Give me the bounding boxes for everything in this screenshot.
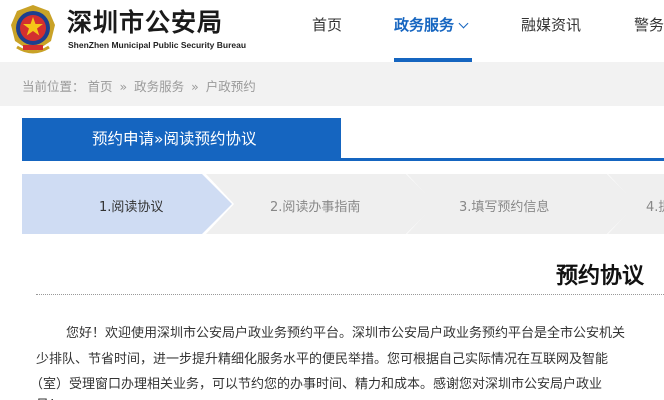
breadcrumb: 当前位置： 首页 » 政务服务 » 户政预约 xyxy=(22,76,259,95)
agreement-text-line: 您好！欢迎使用深圳市公安局户政业务预约平台。深圳市公安局户政业务预约平台是全市公… xyxy=(66,326,626,341)
agreement-text-line: 少排队、节省时间，进一步提升精细化服务水平的便民举措。您可根据自己实际情况在互联… xyxy=(36,352,609,367)
site-subtitle: ShenZhen Municipal Public Security Burea… xyxy=(68,40,247,50)
nav-media-news[interactable]: 融媒资讯 xyxy=(521,14,581,35)
step-label: 3.填写预约信息 xyxy=(459,200,550,215)
step-label: 2.阅读办事指南 xyxy=(270,200,361,215)
tab-appointment-agreement[interactable]: 预约申请»阅读预约协议 xyxy=(22,118,341,160)
divider xyxy=(36,294,664,295)
agreement-text-line: （室）受理窗口办理相关业务，可以节约您的办事时间、精力和成本。感谢您对深圳市公安… xyxy=(30,377,603,392)
breadcrumb-separator: » xyxy=(191,79,199,94)
site-header: 深圳市公安局 ShenZhen Municipal Public Securit… xyxy=(0,0,664,62)
agreement-text-line: 见！ xyxy=(36,394,62,400)
site-title[interactable]: 深圳市公安局 xyxy=(67,3,223,39)
nav-government-services-label: 政务服务 xyxy=(394,16,455,34)
chevron-down-icon xyxy=(458,18,469,29)
breadcrumb-government-services[interactable]: 政务服务 xyxy=(134,79,184,94)
breadcrumb-prefix: 当前位置： xyxy=(22,79,85,94)
step-read-guide: 2.阅读办事指南 xyxy=(206,174,438,234)
step-submit: 4.提 xyxy=(608,174,664,234)
progress-steps: 1.阅读协议 2.阅读办事指南 3.填写预约信息 4.提 xyxy=(22,174,664,234)
breadcrumb-separator: » xyxy=(119,79,128,94)
agreement-title: 预约协议 xyxy=(556,264,645,289)
nav-government-services[interactable]: 政务服务 xyxy=(394,14,469,35)
breadcrumb-household-appointment[interactable]: 户政预约 xyxy=(206,79,256,94)
step-read-agreement: 1.阅读协议 xyxy=(22,174,234,234)
nav-police-affairs[interactable]: 警务 xyxy=(634,14,664,35)
police-emblem-icon[interactable] xyxy=(5,3,61,57)
step-fill-info: 3.填写预约信息 xyxy=(407,174,639,234)
breadcrumb-home[interactable]: 首页 xyxy=(88,79,113,94)
step-label: 4.提 xyxy=(646,200,664,215)
step-label: 1.阅读协议 xyxy=(99,200,164,215)
nav-home[interactable]: 首页 xyxy=(312,14,342,35)
